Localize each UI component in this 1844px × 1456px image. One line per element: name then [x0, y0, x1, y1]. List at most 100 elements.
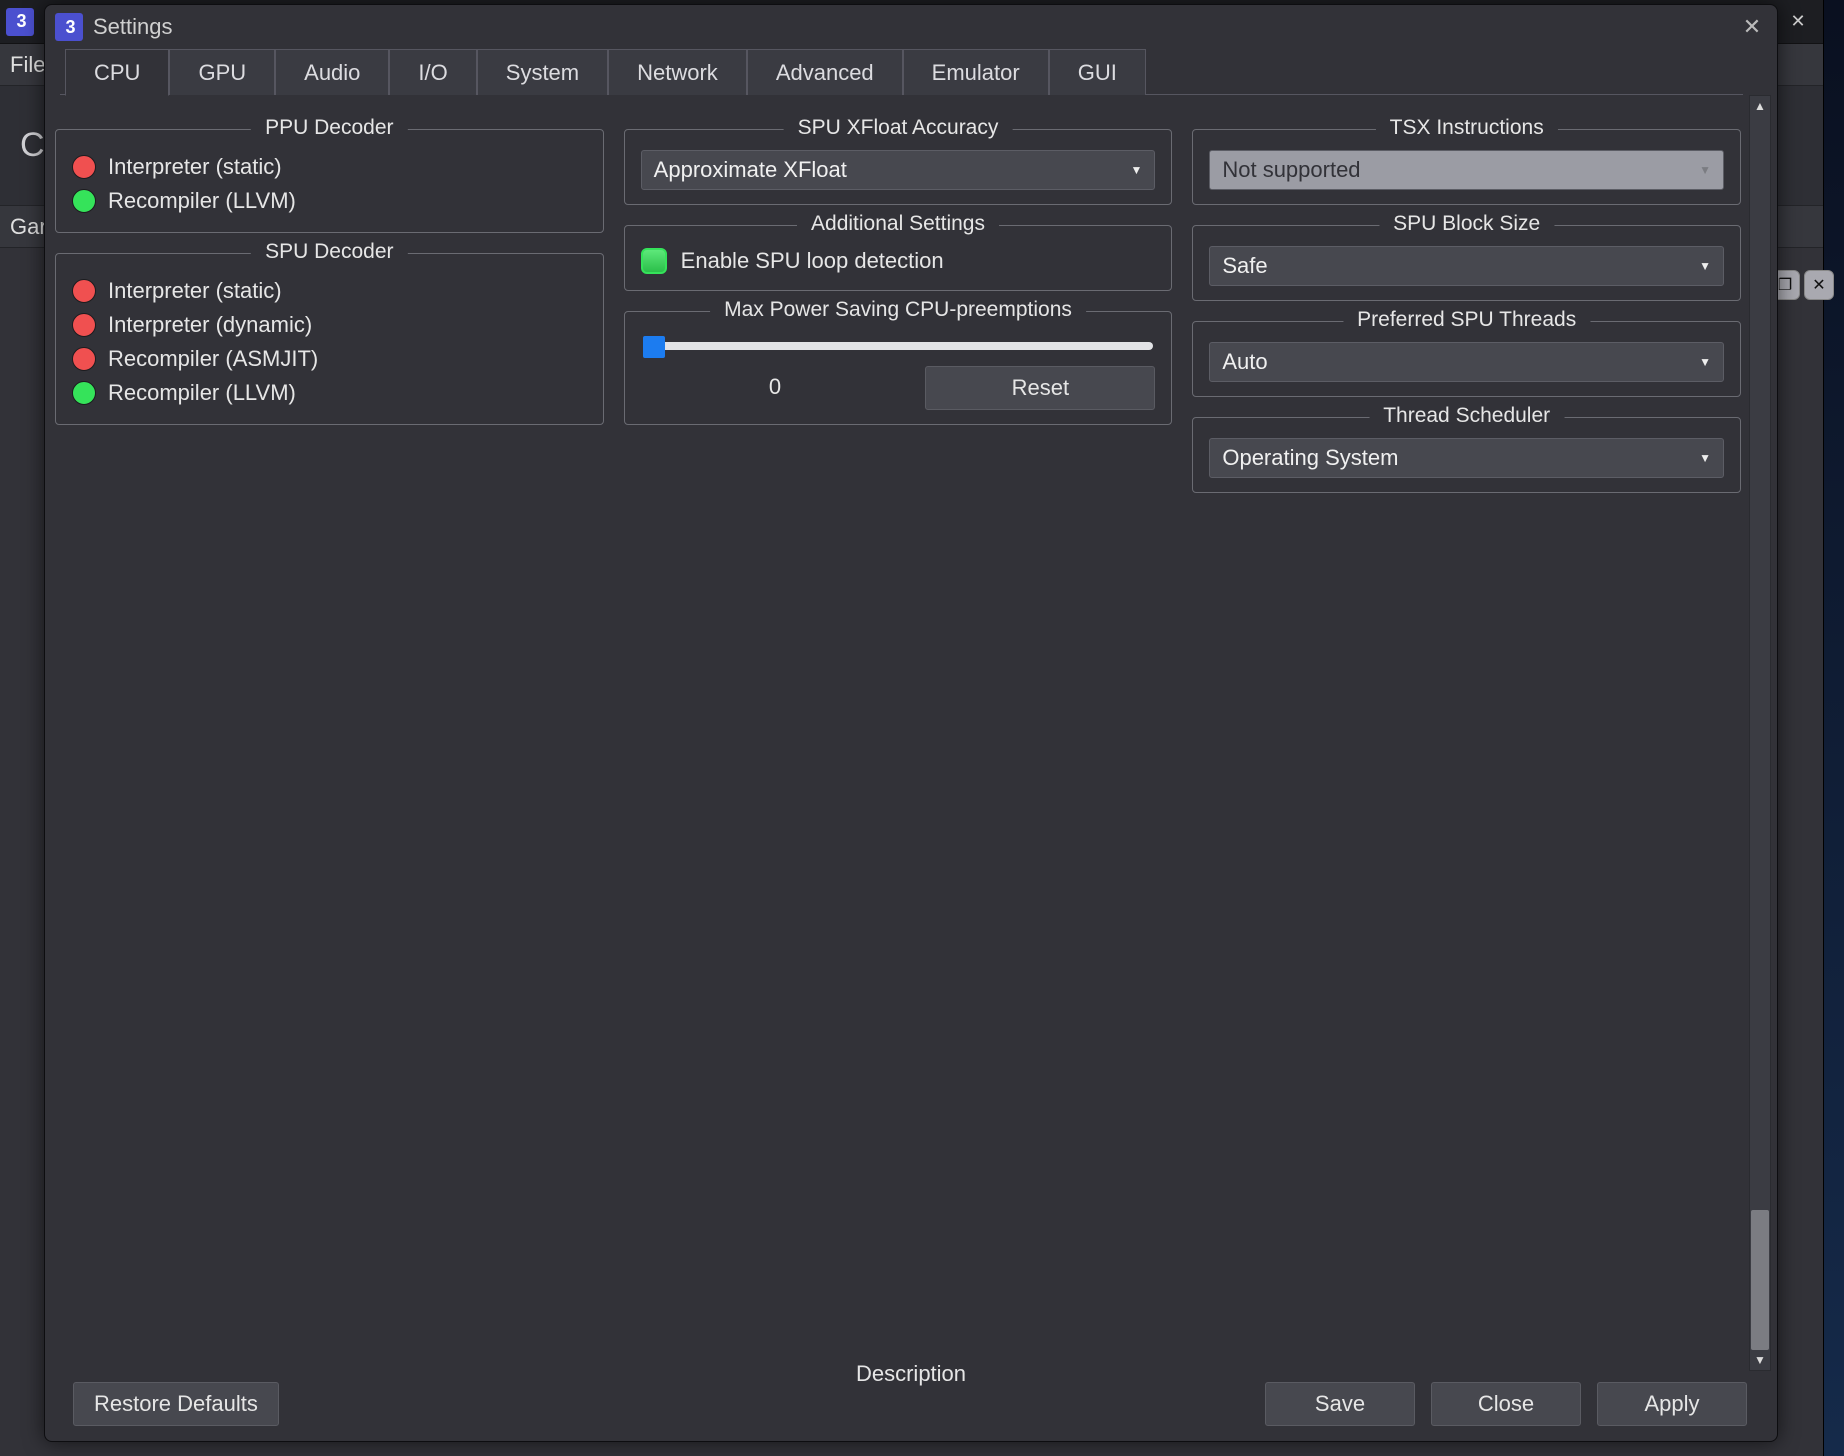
tab-cpu[interactable]: CPU	[65, 49, 169, 96]
radio-icon	[72, 381, 96, 405]
enable-spu-loop-detection[interactable]: Enable SPU loop detection	[641, 246, 1156, 276]
tab-advanced[interactable]: Advanced	[747, 49, 903, 95]
dock-buttons: ❐ ✕	[1770, 270, 1834, 300]
xfloat-dropdown[interactable]: Approximate XFloat ▼	[641, 150, 1156, 190]
dropdown-value: Auto	[1222, 349, 1267, 375]
checkbox-label: Enable SPU loop detection	[681, 248, 944, 274]
col-right: TSX Instructions Not supported ▼ SPU Blo…	[1192, 129, 1741, 1361]
tab-label: System	[506, 60, 579, 86]
col-middle: SPU XFloat Accuracy Approximate XFloat ▼…	[624, 129, 1173, 1361]
slider-thumb[interactable]	[643, 336, 665, 358]
radio-label: Recompiler (LLVM)	[108, 380, 296, 406]
group-spu-threads: Preferred SPU Threads Auto ▼	[1192, 321, 1741, 397]
scroll-thumb[interactable]	[1751, 1210, 1769, 1350]
spu-interpreter-dynamic[interactable]: Interpreter (dynamic)	[72, 308, 587, 342]
legend: Additional Settings	[797, 212, 999, 236]
tab-label: Network	[637, 60, 718, 86]
tabbar: CPU GPU Audio I/O System Network Advance…	[55, 49, 1767, 95]
main-close-icon[interactable]: ✕	[1773, 2, 1823, 42]
menu-file[interactable]: File	[10, 52, 45, 78]
radio-label: Interpreter (static)	[108, 154, 282, 180]
dialog-close-icon[interactable]: ✕	[1737, 12, 1767, 42]
tsx-dropdown: Not supported ▼	[1209, 150, 1724, 190]
checkbox-icon	[641, 248, 667, 274]
col-left: PPU Decoder Interpreter (static) Recompi…	[55, 129, 604, 1361]
preempt-reset-button[interactable]: Reset	[925, 366, 1155, 410]
legend: SPU XFloat Accuracy	[784, 116, 1013, 140]
legend: TSX Instructions	[1376, 116, 1558, 140]
restore-defaults-button[interactable]: Restore Defaults	[73, 1382, 279, 1426]
dialog-title: Settings	[93, 14, 173, 40]
scroll-track[interactable]	[1750, 116, 1770, 1350]
group-tsx: TSX Instructions Not supported ▼	[1192, 129, 1741, 205]
radio-icon	[72, 313, 96, 337]
apply-button[interactable]: Apply	[1597, 1382, 1747, 1426]
spu-interpreter-static[interactable]: Interpreter (static)	[72, 274, 587, 308]
block-size-dropdown[interactable]: Safe ▼	[1209, 246, 1724, 286]
radio-icon	[72, 189, 96, 213]
tab-label: Audio	[304, 60, 360, 86]
tab-network[interactable]: Network	[608, 49, 747, 95]
tab-label: I/O	[418, 60, 447, 86]
tab-label: Advanced	[776, 60, 874, 86]
dialog-app-icon: 3	[55, 13, 83, 41]
dropdown-value: Approximate XFloat	[654, 157, 847, 183]
spu-recompiler-asmjit[interactable]: Recompiler (ASMJIT)	[72, 342, 587, 376]
radio-icon	[72, 155, 96, 179]
gamelist-header-label: Gar	[10, 214, 47, 240]
legend: Thread Scheduler	[1369, 404, 1564, 428]
chevron-down-icon: ▼	[1130, 163, 1142, 177]
chevron-down-icon: ▼	[1699, 451, 1711, 465]
legend: Preferred SPU Threads	[1343, 308, 1590, 332]
tab-audio[interactable]: Audio	[275, 49, 389, 95]
tab-gui[interactable]: GUI	[1049, 49, 1146, 95]
tab-io[interactable]: I/O	[389, 49, 476, 95]
chevron-down-icon: ▼	[1699, 163, 1711, 177]
group-preemptions: Max Power Saving CPU-preemptions 0 Reset	[624, 311, 1173, 425]
group-additional: Additional Settings Enable SPU loop dete…	[624, 225, 1173, 291]
dropdown-value: Not supported	[1222, 157, 1360, 183]
tab-label: CPU	[94, 60, 140, 86]
group-xfloat: SPU XFloat Accuracy Approximate XFloat ▼	[624, 129, 1173, 205]
radio-icon	[72, 279, 96, 303]
ppu-interpreter-static[interactable]: Interpreter (static)	[72, 150, 587, 184]
legend: SPU Block Size	[1379, 212, 1554, 236]
dock-close-icon[interactable]: ✕	[1804, 270, 1834, 300]
radio-label: Interpreter (dynamic)	[108, 312, 312, 338]
chevron-down-icon: ▼	[1699, 355, 1711, 369]
spu-recompiler-llvm[interactable]: Recompiler (LLVM)	[72, 376, 587, 410]
spu-threads-dropdown[interactable]: Auto ▼	[1209, 342, 1724, 382]
radio-label: Interpreter (static)	[108, 278, 282, 304]
group-spu-decoder: SPU Decoder Interpreter (static) Interpr…	[55, 253, 604, 425]
chevron-down-icon: ▼	[1699, 259, 1711, 273]
tab-system[interactable]: System	[477, 49, 608, 95]
close-button[interactable]: Close	[1431, 1382, 1581, 1426]
radio-icon	[72, 347, 96, 371]
dialog-body: CPU GPU Audio I/O System Network Advance…	[45, 49, 1777, 1441]
group-scheduler: Thread Scheduler Operating System ▼	[1192, 417, 1741, 493]
save-button[interactable]: Save	[1265, 1382, 1415, 1426]
group-ppu-decoder: PPU Decoder Interpreter (static) Recompi…	[55, 129, 604, 233]
preempt-value: 0	[641, 366, 910, 410]
toolbar-button-partial: C	[20, 126, 45, 165]
tab-emulator[interactable]: Emulator	[903, 49, 1049, 95]
desktop-strip	[1824, 0, 1844, 1456]
tab-label: GPU	[198, 60, 246, 86]
preempt-slider[interactable]	[643, 342, 1154, 350]
tab-gpu[interactable]: GPU	[169, 49, 275, 95]
scroll-up-icon[interactable]: ▲	[1750, 96, 1770, 116]
scroll-down-icon[interactable]: ▼	[1750, 1350, 1770, 1370]
tab-label: GUI	[1078, 60, 1117, 86]
dropdown-value: Operating System	[1222, 445, 1398, 471]
tab-label: Emulator	[932, 60, 1020, 86]
radio-label: Recompiler (ASMJIT)	[108, 346, 318, 372]
settings-content: PPU Decoder Interpreter (static) Recompi…	[55, 129, 1741, 1361]
legend: SPU Decoder	[251, 240, 407, 264]
dialog-titlebar: 3 Settings ✕	[45, 5, 1777, 49]
ppu-recompiler-llvm[interactable]: Recompiler (LLVM)	[72, 184, 587, 218]
dialog-footer: Restore Defaults Save Close Apply	[57, 1379, 1747, 1429]
legend: Max Power Saving CPU-preemptions	[710, 298, 1086, 322]
scheduler-dropdown[interactable]: Operating System ▼	[1209, 438, 1724, 478]
app-icon: 3	[6, 8, 34, 36]
vertical-scrollbar[interactable]: ▲ ▼	[1749, 95, 1771, 1371]
